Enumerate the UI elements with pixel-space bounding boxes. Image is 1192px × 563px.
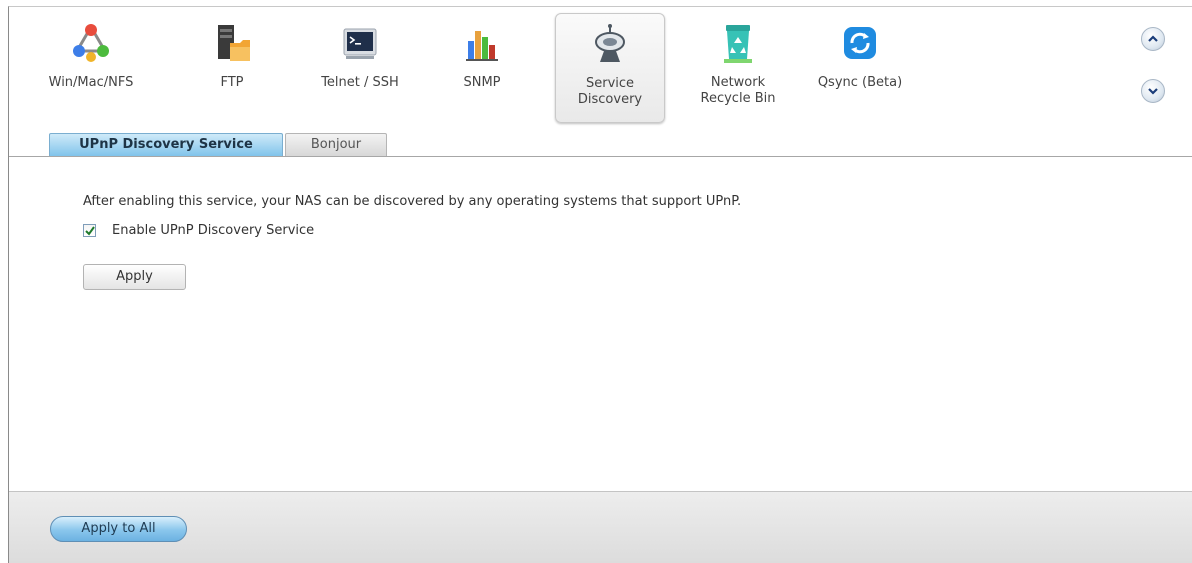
service-label: Service Discovery — [577, 76, 643, 107]
chevron-up-icon — [1148, 35, 1158, 42]
enable-upnp-label[interactable]: Enable UPnP Discovery Service — [112, 223, 314, 238]
tab-upnp-discovery-service[interactable]: UPnP Discovery Service — [49, 133, 283, 157]
enable-upnp-checkbox[interactable] — [83, 224, 96, 237]
apply-to-all-button[interactable]: Apply to All — [50, 516, 187, 542]
terminal-icon — [343, 28, 377, 59]
service-label: Network Recycle Bin — [700, 75, 776, 106]
tab-bonjour[interactable]: Bonjour — [285, 133, 387, 157]
service-win-mac-nfs[interactable]: Win/Mac/NFS — [36, 13, 146, 123]
apply-button[interactable]: Apply — [83, 264, 186, 290]
service-ftp[interactable]: FTP — [177, 13, 287, 123]
bar-chart-icon — [466, 31, 498, 61]
app-window: Win/Mac/NFS FTP Telnet / SSH SNMP Servic… — [8, 6, 1192, 563]
service-label: SNMP — [463, 75, 501, 90]
service-qsync[interactable]: Qsync (Beta) — [805, 13, 915, 123]
service-label: Telnet / SSH — [321, 75, 399, 90]
chevron-down-icon — [1148, 88, 1158, 95]
footer-bar: Apply to All — [9, 491, 1192, 563]
ftp-server-icon — [218, 25, 250, 61]
network-share-icon — [73, 24, 109, 62]
service-label: Qsync (Beta) — [817, 75, 903, 90]
service-label: Win/Mac/NFS — [48, 75, 134, 90]
sync-icon — [844, 27, 876, 59]
tab-divider — [9, 156, 1192, 157]
scroll-down-button[interactable] — [1141, 79, 1165, 103]
checkmark-icon — [85, 226, 95, 236]
upnp-description: After enabling this service, your NAS ca… — [83, 194, 742, 209]
service-network-recycle-bin[interactable]: Network Recycle Bin — [683, 13, 793, 123]
satellite-dish-icon — [595, 24, 625, 62]
scroll-up-button[interactable] — [1141, 27, 1165, 51]
service-service-discovery[interactable]: Service Discovery — [555, 13, 665, 123]
service-snmp[interactable]: SNMP — [427, 13, 537, 123]
service-telnet-ssh[interactable]: Telnet / SSH — [305, 13, 415, 123]
recycle-bin-icon — [724, 25, 752, 63]
service-label: FTP — [220, 75, 244, 90]
service-icon-bar: Win/Mac/NFS FTP Telnet / SSH SNMP Servic… — [9, 7, 1192, 133]
